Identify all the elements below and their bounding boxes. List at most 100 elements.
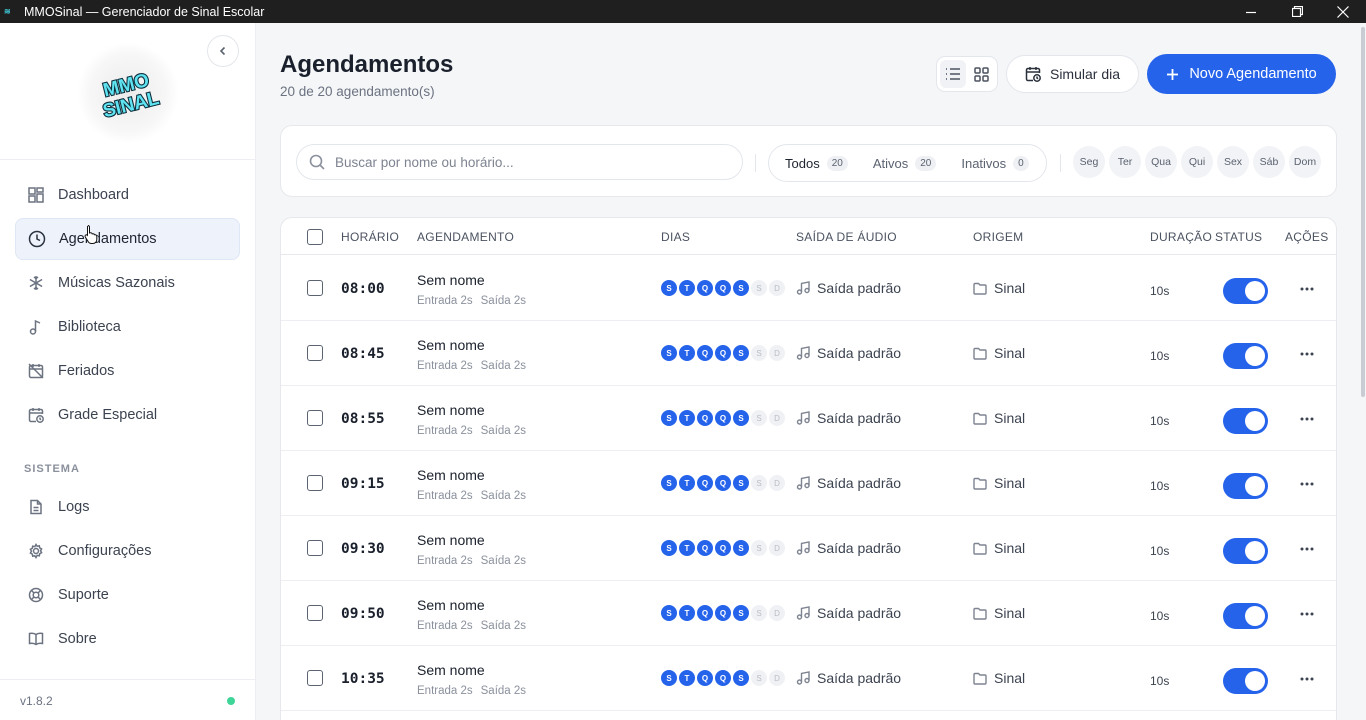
collapse-sidebar-button[interactable] xyxy=(207,35,239,67)
more-actions-button[interactable] xyxy=(1298,410,1316,428)
table-row[interactable]: 09:50 Sem nome Entrada 2s Saída 2s STQQSS… xyxy=(281,581,1336,646)
more-horizontal-icon xyxy=(1300,677,1314,681)
list-view-button[interactable] xyxy=(940,60,966,88)
count-badge: 0 xyxy=(1013,155,1029,171)
more-actions-button[interactable] xyxy=(1298,345,1316,363)
days-indicators: STQQSSD xyxy=(661,475,785,491)
minimize-button[interactable] xyxy=(1228,0,1274,23)
day-indicator: T xyxy=(679,345,695,361)
day-indicator: T xyxy=(679,280,695,296)
close-button[interactable] xyxy=(1320,0,1366,23)
filter-inativos[interactable]: Inativos 0 xyxy=(948,148,1038,178)
day-indicator: T xyxy=(679,475,695,491)
table-row[interactable]: 09:15 Sem nome Entrada 2s Saída 2s STQQSS… xyxy=(281,451,1336,516)
table-row[interactable]: 08:45 Sem nome Entrada 2s Saída 2s STQQSS… xyxy=(281,321,1336,386)
audio-output-label: Saída padrão xyxy=(817,280,902,296)
status-toggle[interactable] xyxy=(1223,343,1268,369)
grid-view-button[interactable] xyxy=(968,60,994,88)
row-checkbox[interactable] xyxy=(307,670,323,686)
column-header-name[interactable]: AGENDAMENTO xyxy=(417,230,514,244)
schedule-time: 08:55 xyxy=(341,411,385,427)
table-row[interactable]: 08:55 Sem nome Entrada 2s Saída 2s STQQSS… xyxy=(281,386,1336,451)
list-icon xyxy=(946,68,960,80)
more-actions-button[interactable] xyxy=(1298,540,1316,558)
status-toggle[interactable] xyxy=(1223,473,1268,499)
sidebar-item-grade-especial[interactable]: Grade Especial xyxy=(15,394,240,436)
day-indicator: S xyxy=(751,605,767,621)
fade-in-text: Entrada 2s xyxy=(417,685,473,697)
audio-output: Saída padrão xyxy=(796,605,901,621)
sidebar-item-configuracoes[interactable]: Configurações xyxy=(15,530,240,572)
table-row[interactable]: 10:35 Sem nome Entrada 2s Saída 2s STQQSS… xyxy=(281,646,1336,711)
sidebar-item-label: Configurações xyxy=(58,543,152,559)
duration: 10s xyxy=(1150,349,1170,363)
status-toggle[interactable] xyxy=(1223,538,1268,564)
status-toggle[interactable] xyxy=(1223,408,1268,434)
day-chip-sex[interactable]: Sex xyxy=(1217,146,1249,178)
sidebar-item-suporte[interactable]: Suporte xyxy=(15,574,240,616)
audio-output-label: Saída padrão xyxy=(817,540,902,556)
column-header-time[interactable]: HORÁRIO xyxy=(341,230,399,244)
app-logo: MMO SINAL xyxy=(78,43,178,143)
filter-todos[interactable]: Todos 20 xyxy=(772,148,858,178)
filter-ativos[interactable]: Ativos 20 xyxy=(860,148,947,178)
table-row[interactable]: 08:00 Sem nome Entrada 2s Saída 2s STQQSS… xyxy=(281,256,1336,321)
folder-icon xyxy=(973,347,987,360)
row-checkbox[interactable] xyxy=(307,280,323,296)
audio-output-label: Saída padrão xyxy=(817,605,902,621)
toggle-knob xyxy=(1245,541,1265,561)
sidebar-item-logs[interactable]: Logs xyxy=(15,486,240,528)
duration: 10s xyxy=(1150,609,1170,623)
more-actions-button[interactable] xyxy=(1298,605,1316,623)
more-actions-button[interactable] xyxy=(1298,280,1316,298)
sidebar-item-biblioteca[interactable]: Biblioteca xyxy=(15,306,240,348)
restore-button[interactable] xyxy=(1274,0,1320,23)
day-chip-qui[interactable]: Qui xyxy=(1181,146,1213,178)
status-toggle[interactable] xyxy=(1223,603,1268,629)
sidebar-item-agendamentos[interactable]: Agendamentos xyxy=(15,218,240,260)
row-checkbox[interactable] xyxy=(307,540,323,556)
sidebar-item-feriados[interactable]: Feriados xyxy=(15,350,240,392)
column-header-status: STATUS xyxy=(1215,230,1263,244)
weekday-filter: Seg Ter Qua Qui Sex Sáb Dom xyxy=(1073,146,1321,178)
new-schedule-button[interactable]: Novo Agendamento xyxy=(1147,54,1336,94)
toggle-knob xyxy=(1245,411,1265,431)
sidebar-item-dashboard[interactable]: Dashboard xyxy=(15,174,240,216)
sidebar-item-label: Grade Especial xyxy=(58,407,158,423)
search-input[interactable] xyxy=(335,154,715,170)
table-row[interactable]: 09:30 Sem nome Entrada 2s Saída 2s STQQSS… xyxy=(281,516,1336,581)
fade-info: Entrada 2s Saída 2s xyxy=(417,425,526,437)
day-chip-dom[interactable]: Dom xyxy=(1289,146,1321,178)
select-all-checkbox[interactable] xyxy=(307,229,323,245)
filter-label: Todos xyxy=(785,155,820,171)
day-chip-seg[interactable]: Seg xyxy=(1073,146,1105,178)
row-checkbox[interactable] xyxy=(307,475,323,491)
row-checkbox[interactable] xyxy=(307,605,323,621)
more-actions-button[interactable] xyxy=(1298,670,1316,688)
sidebar-item-musicas-sazonais[interactable]: Músicas Sazonais xyxy=(15,262,240,304)
simulate-day-button[interactable]: Simular dia xyxy=(1006,55,1139,93)
scrollbar-thumb[interactable] xyxy=(1361,27,1365,397)
day-indicator: S xyxy=(661,280,677,296)
day-chip-sab[interactable]: Sáb xyxy=(1253,146,1285,178)
schedules-table: HORÁRIO AGENDAMENTO DIAS SAÍDA DE ÁUDIO … xyxy=(280,217,1337,720)
section-label-sistema: SISTEMA xyxy=(24,463,80,475)
status-toggle[interactable] xyxy=(1223,668,1268,694)
day-indicator: Q xyxy=(697,475,713,491)
duration: 10s xyxy=(1150,479,1170,493)
sidebar-item-sobre[interactable]: Sobre xyxy=(15,618,240,660)
day-chip-qua[interactable]: Qua xyxy=(1145,146,1177,178)
day-indicator: S xyxy=(661,670,677,686)
row-checkbox[interactable] xyxy=(307,345,323,361)
schedule-name: Sem nome xyxy=(417,597,485,613)
row-checkbox[interactable] xyxy=(307,410,323,426)
days-indicators: STQQSSD xyxy=(661,410,785,426)
scrollbar[interactable] xyxy=(1360,23,1366,720)
sidebar-divider xyxy=(0,159,256,160)
more-actions-button[interactable] xyxy=(1298,475,1316,493)
day-indicator: Q xyxy=(715,540,731,556)
fade-in-text: Entrada 2s xyxy=(417,620,473,632)
day-indicator: S xyxy=(751,410,767,426)
status-toggle[interactable] xyxy=(1223,278,1268,304)
day-chip-ter[interactable]: Ter xyxy=(1109,146,1141,178)
